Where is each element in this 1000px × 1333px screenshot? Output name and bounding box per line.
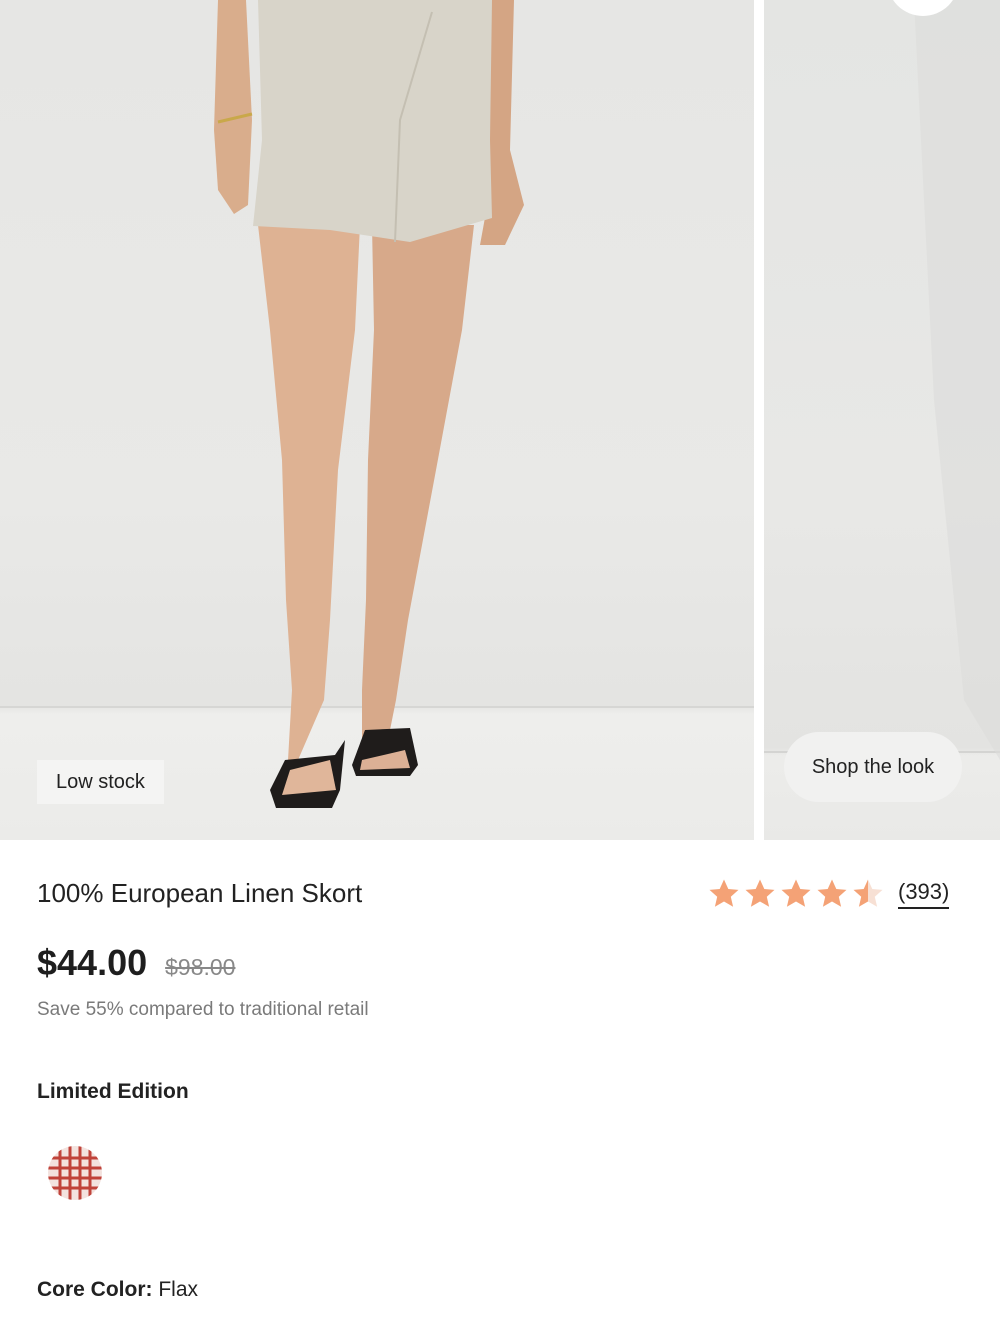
price-row: $44.00 $98.00 (37, 942, 235, 984)
product-rating[interactable]: (393) (708, 878, 950, 910)
savings-text: Save 55% compared to traditional retail (37, 999, 369, 1020)
plaid-swatch-icon (48, 1146, 102, 1200)
star-icon (853, 879, 883, 907)
star-icon (817, 879, 847, 907)
limited-edition-swatch[interactable] (48, 1146, 102, 1200)
rating-stars (708, 878, 884, 910)
product-title: 100% European Linen Skort (37, 878, 363, 908)
secondary-photo-backdrop (764, 0, 1000, 760)
original-price: $98.00 (165, 954, 236, 980)
star-icon (781, 879, 811, 907)
core-color-label: Core Color: (37, 1278, 153, 1301)
product-photo-secondary[interactable] (764, 0, 1000, 840)
shop-the-look-button[interactable]: Shop the look (784, 732, 962, 802)
model-illustration (0, 0, 754, 808)
low-stock-badge: Low stock (37, 760, 164, 804)
star-icon (709, 879, 739, 907)
core-color-value: Flax (158, 1278, 199, 1301)
reviews-link[interactable]: (393) (898, 879, 950, 909)
product-image-gallery[interactable]: Low stock Shop the look (0, 0, 1000, 840)
limited-edition-heading: Limited Edition (37, 1080, 189, 1103)
star-icon (745, 879, 775, 907)
product-photo-main[interactable]: Low stock (0, 0, 754, 840)
core-color-row: Core Color: Flax (37, 1278, 198, 1302)
sale-price: $44.00 (37, 942, 148, 983)
